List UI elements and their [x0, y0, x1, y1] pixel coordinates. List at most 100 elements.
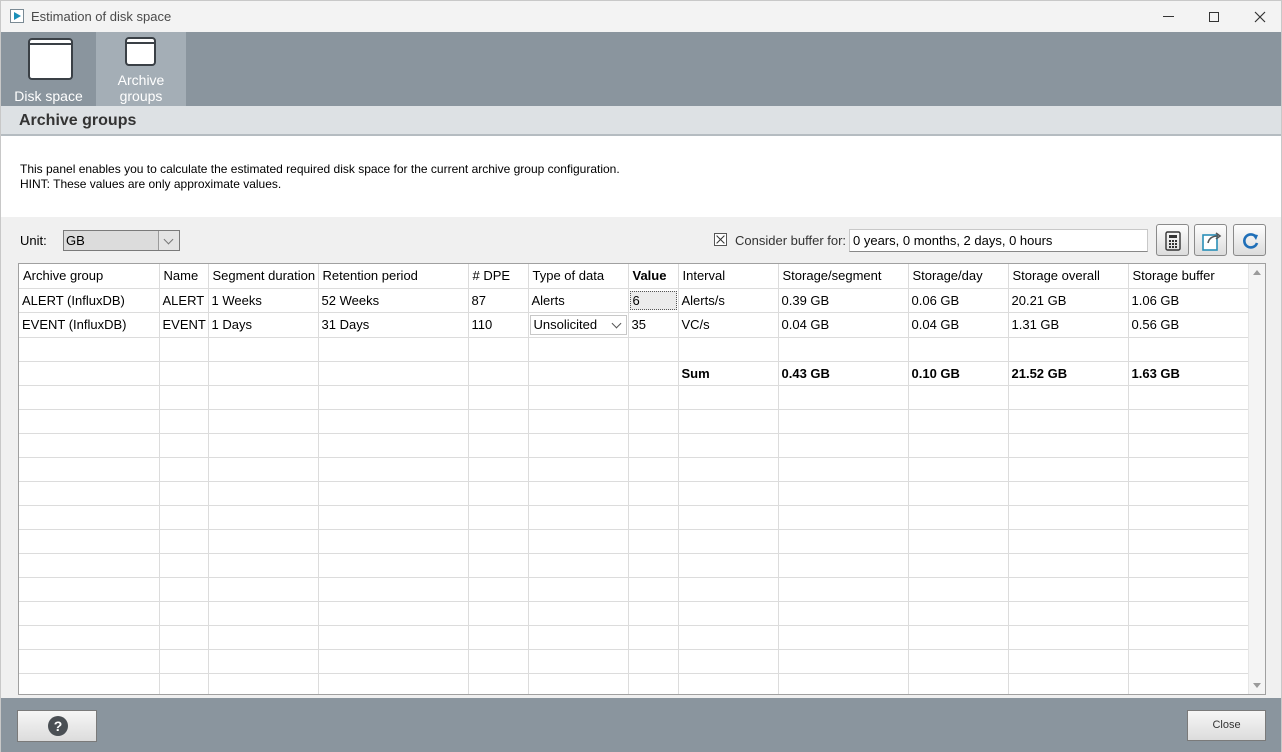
table-cell: 52 Weeks	[318, 288, 469, 313]
chevron-down-icon	[158, 231, 179, 250]
tab-disk-space-label: Disk space	[14, 88, 83, 104]
column-header[interactable]: Segment duration	[208, 264, 319, 289]
calculator-icon	[1165, 231, 1181, 251]
sum-storage-overall: 21.52 GB	[1008, 361, 1129, 386]
column-header[interactable]: Value	[628, 264, 679, 289]
help-icon: ?	[48, 716, 68, 736]
table-row-empty	[19, 385, 1249, 410]
column-header[interactable]: Name	[159, 264, 209, 289]
description: This panel enables you to calculate the …	[20, 162, 620, 192]
column-header[interactable]: Archive group	[19, 264, 160, 289]
column-header[interactable]: Storage/day	[908, 264, 1009, 289]
table-cell: ALERT (InfluxDB)	[19, 288, 160, 313]
table-cell: Alerts	[528, 288, 629, 313]
table-cell: 0.06 GB	[908, 288, 1009, 313]
minimize-button[interactable]	[1145, 1, 1191, 32]
sum-storage-segment: 0.43 GB	[778, 361, 909, 386]
table-row-empty	[19, 577, 1249, 602]
scroll-down-icon[interactable]	[1253, 683, 1261, 688]
column-header[interactable]: # DPE	[468, 264, 529, 289]
value-cell-selected[interactable]: 6	[628, 288, 679, 313]
table-row[interactable]: EVENT (InfluxDB) EVENT 1 Days 31 Days 11…	[19, 312, 1249, 338]
type-of-data-value[interactable]: Unsolicited	[529, 314, 627, 335]
buffer-label: Consider buffer for:	[735, 233, 847, 248]
table-cell: 0.56 GB	[1128, 312, 1249, 338]
column-header[interactable]: Storage buffer	[1128, 264, 1249, 289]
table-row[interactable]: ALERT (InfluxDB) ALERT 1 Weeks 52 Weeks …	[19, 288, 1249, 313]
table-cell: VC/s	[678, 312, 779, 338]
column-header[interactable]: Storage overall	[1008, 264, 1129, 289]
table-row-empty	[19, 481, 1249, 506]
table-cell: 0.04 GB	[908, 312, 1009, 338]
value-cell[interactable]: 35	[628, 312, 679, 338]
tab-archive-groups-label: Archive groups	[96, 72, 186, 104]
title-bar: Estimation of disk space	[1, 1, 1281, 32]
description-line2: HINT: These values are only approximate …	[20, 177, 282, 191]
table-row-empty	[19, 457, 1249, 482]
tab-label-line1: Archive	[117, 72, 165, 88]
window-title: Estimation of disk space	[31, 9, 172, 24]
description-line1: This panel enables you to calculate the …	[20, 162, 620, 176]
section-header: Archive groups	[1, 106, 1281, 136]
table-cell: 31 Days	[318, 312, 469, 338]
unit-select[interactable]: GB	[63, 230, 180, 251]
sum-storage-buffer: 1.63 GB	[1128, 361, 1249, 386]
buffer-checkbox[interactable]	[714, 233, 727, 246]
table-cell: EVENT	[159, 312, 209, 338]
close-icon	[1254, 11, 1266, 22]
table-cell: 0.04 GB	[778, 312, 909, 338]
toolbar: Disk space Archive groups	[1, 32, 1281, 106]
buffer-input[interactable]: 0 years, 0 months, 2 days, 0 hours	[849, 229, 1148, 252]
archive-groups-table: Archive group Name Segment duration Rete…	[18, 263, 1266, 695]
section-title: Archive groups	[19, 112, 137, 129]
table-cell: 0.39 GB	[778, 288, 909, 313]
table-row-empty	[19, 673, 1249, 694]
column-header[interactable]: Type of data	[528, 264, 629, 289]
table-cell: 110	[468, 312, 529, 338]
value-input[interactable]: 6	[629, 290, 677, 310]
export-icon	[1202, 232, 1222, 251]
calculate-button[interactable]	[1156, 224, 1189, 256]
table-cell: 1 Weeks	[208, 288, 319, 313]
table-row-empty	[19, 409, 1249, 434]
table-row-empty	[19, 433, 1249, 458]
estimation-window: Estimation of disk space Disk space Arch…	[0, 0, 1282, 752]
export-button[interactable]	[1194, 224, 1227, 256]
table-cell: 1.06 GB	[1128, 288, 1249, 313]
close-button[interactable]: Close	[1187, 710, 1266, 741]
column-header[interactable]: Storage/segment	[778, 264, 909, 289]
table-cell: Alerts/s	[678, 288, 779, 313]
scroll-up-icon[interactable]	[1253, 270, 1261, 275]
window-icon	[28, 38, 73, 80]
column-header[interactable]: Retention period	[318, 264, 469, 289]
table-row-empty	[19, 505, 1249, 530]
table-row-empty	[19, 337, 1249, 362]
window-icon	[125, 37, 156, 66]
sum-storage-day: 0.10 GB	[908, 361, 1009, 386]
refresh-button[interactable]	[1233, 224, 1266, 256]
table-row-empty	[19, 601, 1249, 626]
tab-disk-space[interactable]: Disk space	[1, 32, 96, 106]
table-cell: 20.21 GB	[1008, 288, 1129, 313]
footer: ? Close	[1, 698, 1281, 752]
table-cell: ALERT	[159, 288, 209, 313]
sum-label: Sum	[678, 361, 779, 386]
column-header[interactable]: Interval	[678, 264, 779, 289]
table-row-empty	[19, 553, 1249, 578]
maximize-button[interactable]	[1191, 1, 1237, 32]
table-row-empty	[19, 529, 1249, 554]
settings-panel: Unit: GB Consider buffer for: 0 years, 0…	[1, 217, 1281, 698]
window-close-button[interactable]	[1237, 1, 1282, 32]
help-button[interactable]: ?	[17, 710, 97, 742]
tab-archive-groups[interactable]: Archive groups	[96, 32, 186, 106]
table-header-row: Archive group Name Segment duration Rete…	[19, 264, 1249, 289]
table-cell: 1.31 GB	[1008, 312, 1129, 338]
unit-label: Unit:	[20, 233, 47, 248]
table-cell: EVENT (InfluxDB)	[19, 312, 160, 338]
type-of-data-select[interactable]: Unsolicited	[528, 312, 629, 338]
table-cell: 1 Days	[208, 312, 319, 338]
minimize-icon	[1162, 16, 1174, 17]
unit-value: GB	[66, 233, 85, 248]
vertical-scrollbar[interactable]	[1248, 264, 1265, 694]
sum-row: Sum 0.43 GB 0.10 GB 21.52 GB 1.63 GB	[19, 361, 1249, 386]
